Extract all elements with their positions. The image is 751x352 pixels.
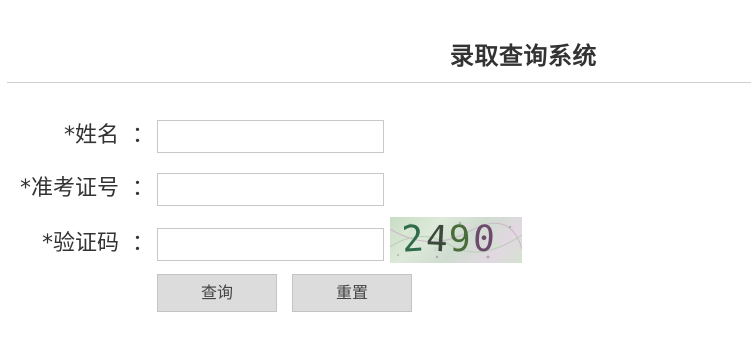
name-row: *姓名 ： <box>0 119 751 153</box>
exam-id-colon: ： <box>132 176 155 201</box>
query-button[interactable]: 查询 <box>157 274 277 312</box>
captcha-colon: ： <box>132 231 155 256</box>
reset-button[interactable]: 重置 <box>292 274 412 312</box>
name-input[interactable] <box>157 120 384 153</box>
captcha-digit: 0 <box>471 218 499 261</box>
exam-id-row: *准考证号 ： <box>0 172 751 206</box>
captcha-text: 2490 <box>400 217 499 263</box>
name-label: *姓名 <box>63 123 119 148</box>
page-title: 录取查询系统 <box>450 42 597 70</box>
captcha-label: *验证码 <box>41 231 119 256</box>
exam-id-label: *准考证号 <box>19 176 119 201</box>
exam-id-input[interactable] <box>157 173 384 206</box>
captcha-input[interactable] <box>157 228 384 261</box>
title-divider <box>7 82 751 83</box>
captcha-image[interactable]: 2490 <box>390 217 522 263</box>
captcha-digit: 2 <box>400 218 428 261</box>
captcha-row: *验证码 ： <box>0 227 751 261</box>
captcha-digit: 4 <box>424 218 451 261</box>
name-colon: ： <box>132 123 155 148</box>
captcha-digit: 9 <box>448 218 474 261</box>
